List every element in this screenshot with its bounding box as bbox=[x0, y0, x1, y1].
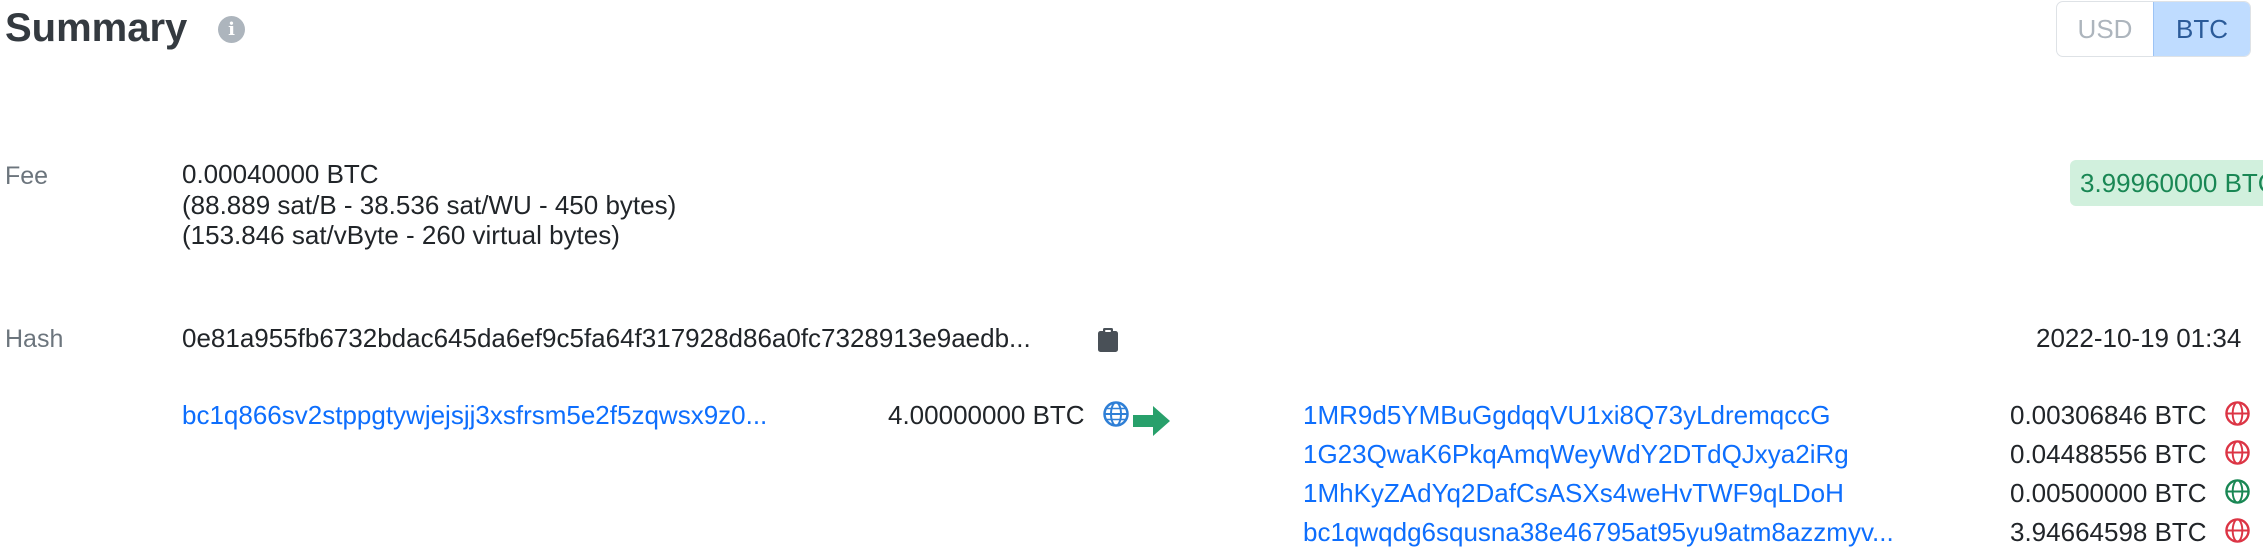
fee-amount: 0.00040000 BTC bbox=[182, 159, 379, 189]
output-amount: 0.00500000 BTC bbox=[2010, 478, 2207, 508]
output-amount: 0.00306846 BTC bbox=[2010, 400, 2207, 430]
total-output-badge: 3.99960000 BTC bbox=[2070, 160, 2263, 206]
fee-label: Fee bbox=[5, 162, 49, 190]
globe-icon[interactable] bbox=[1103, 401, 1129, 427]
info-icon[interactable]: i bbox=[218, 16, 245, 43]
clipboard-icon[interactable] bbox=[1097, 327, 1119, 353]
input-address[interactable]: bc1q866sv2stppgtywjejsjj3xsfrsm5e2f5zqws… bbox=[182, 400, 767, 431]
transaction-summary: Summary i USD BTC Fee 0.00040000 BTC (88… bbox=[0, 0, 2263, 553]
output-address[interactable]: 1G23QwaK6PkqAmqWeyWdY2DTdQJxya2iRg bbox=[1303, 439, 1849, 470]
output-address[interactable]: bc1qwqdg6squsna38e46795at95yu9atm8azzmyv… bbox=[1303, 517, 1894, 548]
output-address[interactable]: 1MR9d5YMBuGgdqqVU1xi8Q73yLdremqccG bbox=[1303, 400, 1830, 431]
output-amount: 3.94664598 BTC bbox=[2010, 517, 2207, 547]
spent-globe-icon[interactable] bbox=[2225, 401, 2250, 426]
spent-globe-icon[interactable] bbox=[2225, 518, 2250, 543]
spent-globe-icon[interactable] bbox=[2225, 440, 2250, 465]
currency-usd-button[interactable]: USD bbox=[2057, 2, 2153, 56]
currency-btc-button[interactable]: BTC bbox=[2153, 2, 2250, 56]
arrow-right-icon bbox=[1133, 406, 1170, 436]
currency-toggle: USD BTC bbox=[2056, 1, 2251, 57]
output-amount: 0.04488556 BTC bbox=[2010, 439, 2207, 469]
unspent-globe-icon[interactable] bbox=[2225, 479, 2250, 504]
hash-label: Hash bbox=[5, 325, 64, 353]
input-amount: 4.00000000 BTC bbox=[888, 400, 1085, 430]
output-address[interactable]: 1MhKyZAdYq2DafCsASXs4weHvTWF9qLDoH bbox=[1303, 478, 1844, 509]
transaction-hash[interactable]: 0e81a955fb6732bdac645da6ef9c5fa64f317928… bbox=[182, 323, 1031, 354]
fee-detail-bytes: (88.889 sat/B - 38.536 sat/WU - 450 byte… bbox=[182, 190, 677, 220]
fee-detail-vbytes: (153.846 sat/vByte - 260 virtual bytes) bbox=[182, 220, 620, 250]
transaction-timestamp: 2022-10-19 01:34 bbox=[2036, 323, 2242, 353]
page-title: Summary bbox=[5, 6, 188, 50]
